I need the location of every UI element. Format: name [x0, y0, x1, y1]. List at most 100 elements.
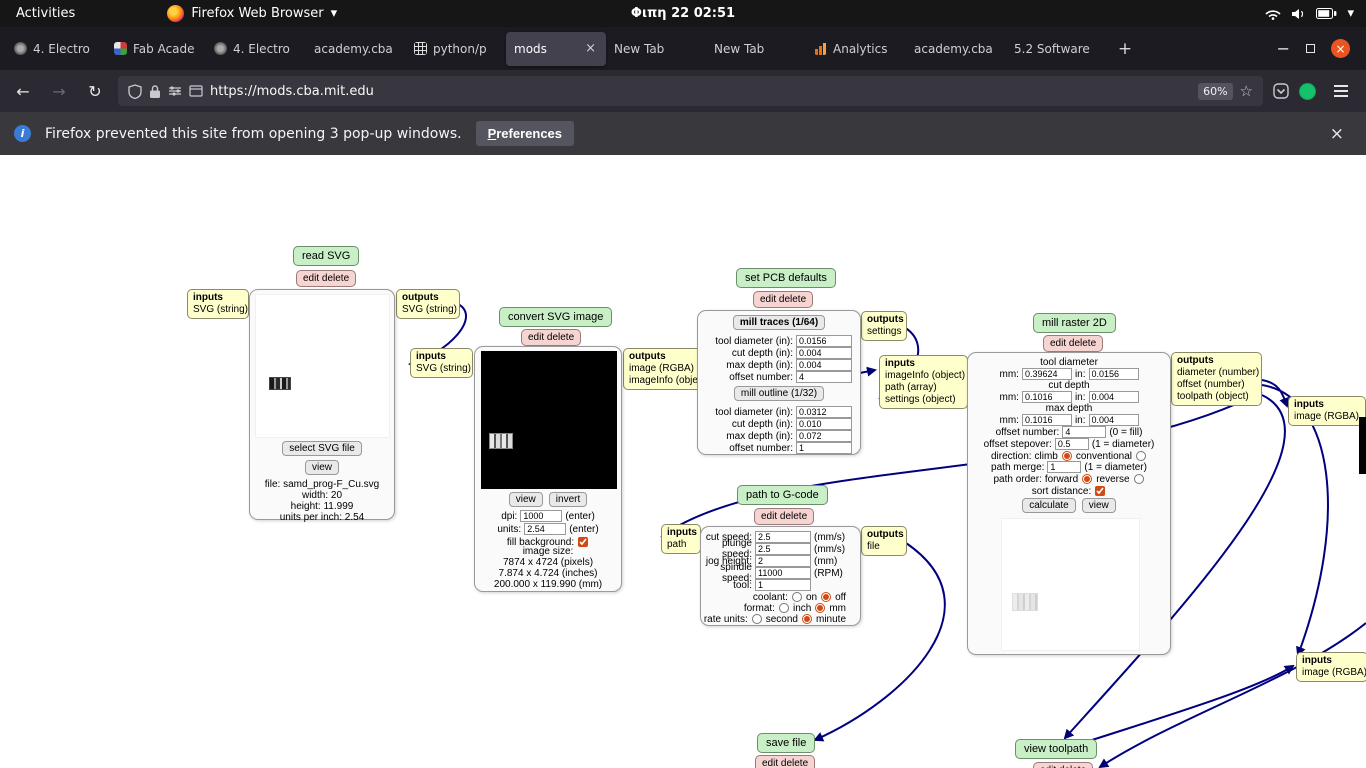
- reload-button[interactable]: ↻: [82, 82, 108, 101]
- view-svg-button[interactable]: view: [304, 459, 339, 475]
- direction-conventional-radio[interactable]: [1136, 451, 1147, 461]
- tool-diameter-mm-input[interactable]: [1021, 368, 1072, 380]
- outline-offset-number-input[interactable]: [796, 442, 852, 454]
- tab-python[interactable]: python/p: [406, 32, 506, 66]
- calculate-button[interactable]: calculate: [1022, 497, 1076, 513]
- outline-max-depth-input[interactable]: [796, 430, 852, 442]
- cut-depth-mm-input[interactable]: [1021, 391, 1072, 403]
- tab-academy-cba-1[interactable]: academy.cba: [306, 32, 406, 66]
- plunge-speed-input[interactable]: [755, 543, 811, 555]
- url-bar[interactable]: https://mods.cba.mit.edu 60% ☆: [118, 76, 1263, 106]
- system-tray[interactable]: ▾: [1265, 6, 1366, 21]
- menu-hamburger-icon[interactable]: [1334, 85, 1348, 97]
- port-inputs-right-a[interactable]: inputs image (RGBA): [1288, 396, 1366, 426]
- rate-second-radio[interactable]: [751, 614, 762, 624]
- jog-height-input[interactable]: [755, 555, 811, 567]
- traces-offset-number-input[interactable]: [796, 371, 852, 383]
- max-depth-in-input[interactable]: [1088, 414, 1139, 426]
- path-merge-input[interactable]: [1047, 461, 1082, 473]
- activities-button[interactable]: Activities: [0, 6, 91, 21]
- sort-distance-checkbox[interactable]: [1095, 486, 1106, 496]
- edit-delete-pcb-defaults[interactable]: edit delete: [753, 291, 814, 308]
- port-outputs-path-gcode[interactable]: outputs file: [861, 526, 907, 556]
- tab-new-1[interactable]: New Tab: [606, 32, 706, 66]
- tab-new-2[interactable]: New Tab: [706, 32, 806, 66]
- port-inputs-convert-svg[interactable]: inputs SVG (string): [410, 348, 473, 378]
- coolant-off-radio[interactable]: [821, 592, 832, 602]
- port-outputs-mill-raster[interactable]: outputs diameter (number) offset (number…: [1171, 352, 1262, 406]
- view-image-button[interactable]: view: [508, 491, 543, 507]
- edit-delete-view-toolpath[interactable]: edit delete: [1033, 762, 1094, 768]
- lock-icon[interactable]: [149, 84, 161, 99]
- select-svg-file-button[interactable]: select SVG file: [282, 440, 362, 456]
- cut-depth-in-input[interactable]: [1088, 391, 1139, 403]
- tab-fab-academy[interactable]: Fab Acade: [106, 32, 206, 66]
- traces-max-depth-input[interactable]: [796, 359, 852, 371]
- tool-number-input[interactable]: [755, 579, 811, 591]
- offset-stepover-input[interactable]: [1054, 438, 1089, 450]
- port-outputs-read-svg[interactable]: outputs SVG (string): [396, 289, 460, 319]
- outline-cut-depth-input[interactable]: [796, 418, 852, 430]
- node-title-mill-raster[interactable]: mill raster 2D: [1033, 313, 1116, 333]
- cut-speed-input[interactable]: [755, 531, 811, 543]
- format-mm-radio[interactable]: [815, 603, 826, 613]
- node-title-read-svg[interactable]: read SVG: [293, 246, 360, 266]
- close-window-button[interactable]: ×: [1331, 39, 1350, 58]
- port-outputs-pcb-defaults[interactable]: outputs settings: [861, 311, 907, 341]
- preferences-button[interactable]: Preferences: [475, 121, 575, 146]
- app-menu[interactable]: Firefox Web Browser ▾: [167, 5, 337, 22]
- node-title-pcb-defaults[interactable]: set PCB defaults: [736, 268, 836, 288]
- max-depth-mm-input[interactable]: [1021, 414, 1072, 426]
- tab-mods-active[interactable]: mods ×: [506, 31, 606, 66]
- invert-image-button[interactable]: invert: [548, 491, 588, 507]
- node-title-path-gcode[interactable]: path to G-code: [737, 485, 828, 505]
- port-outputs-convert-svg[interactable]: outputs image (RGBA) imageInfo (object): [623, 348, 709, 390]
- path-order-forward-radio[interactable]: [1082, 474, 1093, 484]
- traces-cut-depth-input[interactable]: [796, 347, 852, 359]
- edit-delete-convert-svg[interactable]: edit delete: [521, 329, 582, 346]
- traces-tool-diameter-input[interactable]: [796, 335, 852, 347]
- node-title-view-toolpath[interactable]: view toolpath: [1015, 739, 1098, 759]
- format-inch-radio[interactable]: [778, 603, 789, 613]
- maximize-button[interactable]: [1306, 44, 1315, 53]
- port-inputs-mill-raster[interactable]: inputs imageInfo (object) path (array) s…: [879, 355, 968, 409]
- permissions-icon[interactable]: [168, 85, 182, 97]
- offset-number-input[interactable]: [1062, 426, 1107, 438]
- tracking-shield-icon[interactable]: [128, 83, 142, 99]
- back-button[interactable]: ←: [10, 82, 36, 101]
- tab-software[interactable]: 5.2 Software: [1006, 32, 1106, 66]
- tab-academy-cba-2[interactable]: academy.cba: [906, 32, 1006, 66]
- mill-outline-button[interactable]: mill outline (1/32): [733, 385, 825, 401]
- direction-climb-radio[interactable]: [1061, 451, 1072, 461]
- node-title-save-file[interactable]: save file: [757, 733, 816, 753]
- tab-electronics-2[interactable]: 4. Electro: [206, 32, 306, 66]
- tab-analytics[interactable]: Analytics: [806, 32, 906, 66]
- port-inputs-read-svg[interactable]: inputs SVG (string): [187, 289, 249, 319]
- path-order-reverse-radio[interactable]: [1133, 474, 1144, 484]
- notification-close-icon[interactable]: ×: [1330, 124, 1352, 144]
- tab-electronics-1[interactable]: 4. Electro: [6, 32, 106, 66]
- edit-delete-mill-raster[interactable]: edit delete: [1043, 335, 1104, 352]
- port-inputs-path-gcode[interactable]: inputs path: [661, 524, 701, 554]
- new-tab-button[interactable]: +: [1112, 36, 1138, 62]
- minimize-button[interactable]: −: [1277, 39, 1290, 58]
- rate-minute-radio[interactable]: [801, 614, 812, 624]
- edit-delete-read-svg[interactable]: edit delete: [296, 270, 357, 287]
- tab-close-icon[interactable]: ×: [583, 41, 598, 56]
- port-inputs-right-b[interactable]: inputs image (RGBA): [1296, 652, 1366, 682]
- coolant-on-radio[interactable]: [791, 592, 802, 602]
- tool-diameter-in-input[interactable]: [1088, 368, 1139, 380]
- mods-canvas[interactable]: read SVG edit delete inputs SVG (string)…: [0, 155, 1366, 768]
- forward-button[interactable]: →: [46, 82, 72, 101]
- bookmark-star-icon[interactable]: ☆: [1240, 82, 1253, 100]
- extension-icon[interactable]: [1299, 82, 1316, 100]
- zoom-level-badge[interactable]: 60%: [1198, 82, 1233, 100]
- spindle-speed-input[interactable]: [755, 567, 811, 579]
- dpi-input[interactable]: [520, 510, 563, 522]
- view-toolpath-preview-button[interactable]: view: [1081, 497, 1116, 513]
- mill-traces-button[interactable]: mill traces (1/64): [732, 314, 826, 330]
- node-title-convert-svg[interactable]: convert SVG image: [499, 307, 613, 327]
- pocket-icon[interactable]: [1273, 83, 1289, 99]
- units-input[interactable]: [524, 523, 567, 535]
- popup-blocked-icon[interactable]: [189, 85, 203, 97]
